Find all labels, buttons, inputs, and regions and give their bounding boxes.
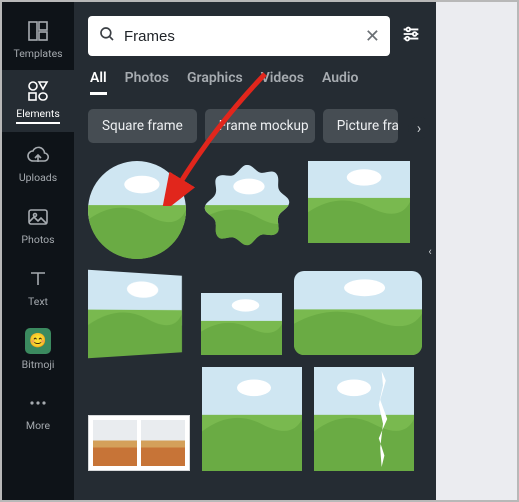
frame-burst[interactable] [198, 161, 296, 259]
templates-icon [26, 19, 50, 43]
rail-more[interactable]: More [2, 380, 74, 442]
clear-icon[interactable]: ✕ [365, 26, 380, 47]
frame-rect[interactable] [308, 161, 410, 243]
frame-circle[interactable] [88, 161, 186, 259]
rail-elements[interactable]: Elements [2, 70, 74, 132]
rail-photos[interactable]: Photos [2, 194, 74, 256]
rail-bitmoji-label: Bitmoji [22, 358, 55, 371]
bitmoji-icon: 😊 [25, 328, 51, 354]
search-box[interactable]: ✕ [88, 16, 390, 56]
pills-next-icon[interactable]: › [408, 117, 430, 139]
sidebar-rail: Templates Elements Uploads Photos Text [2, 2, 74, 500]
rail-more-label: More [26, 419, 50, 432]
photo-icon [26, 205, 50, 229]
frame-small-rect[interactable] [201, 293, 282, 355]
category-tabs: All Photos Graphics Videos Audio [74, 56, 436, 105]
frame-cracked[interactable] [314, 367, 414, 471]
elements-panel: ✕ All Photos Graphics Videos Audio Squar… [74, 2, 436, 500]
results-grid [74, 153, 436, 479]
canvas-area[interactable] [436, 2, 517, 500]
tab-graphics[interactable]: Graphics [187, 70, 243, 95]
rail-elements-label: Elements [16, 107, 60, 124]
filter-icon[interactable] [400, 23, 422, 49]
more-icon [26, 391, 50, 415]
pill-square-frame[interactable]: Square frame [88, 109, 197, 143]
tab-photos[interactable]: Photos [125, 70, 169, 95]
frame-filmstrip[interactable] [88, 415, 190, 471]
elements-icon [26, 79, 50, 103]
tab-audio[interactable]: Audio [322, 70, 359, 95]
tab-all[interactable]: All [90, 70, 107, 95]
rail-text[interactable]: Text [2, 256, 74, 318]
cloud-upload-icon [26, 143, 50, 167]
search-input[interactable] [124, 28, 357, 45]
rail-uploads-label: Uploads [19, 171, 57, 184]
rail-templates[interactable]: Templates [2, 8, 74, 70]
text-icon [26, 267, 50, 291]
pill-frame-mockup[interactable]: Frame mockup [205, 109, 315, 143]
search-icon [98, 25, 116, 47]
pill-picture-frame[interactable]: Picture frame [323, 109, 398, 143]
rail-uploads[interactable]: Uploads [2, 132, 74, 194]
tab-videos[interactable]: Videos [261, 70, 304, 95]
frame-tall[interactable] [202, 367, 302, 471]
suggestion-pills: Square frame Frame mockup Picture frame … [74, 105, 436, 153]
rail-templates-label: Templates [13, 47, 62, 60]
rail-photos-label: Photos [21, 233, 54, 246]
rail-bitmoji[interactable]: 😊 Bitmoji [2, 318, 74, 380]
rail-text-label: Text [28, 295, 48, 308]
panel-collapse-icon[interactable]: ‹ [423, 223, 437, 279]
frame-skewed[interactable] [88, 270, 182, 358]
frame-rounded[interactable] [294, 271, 422, 355]
